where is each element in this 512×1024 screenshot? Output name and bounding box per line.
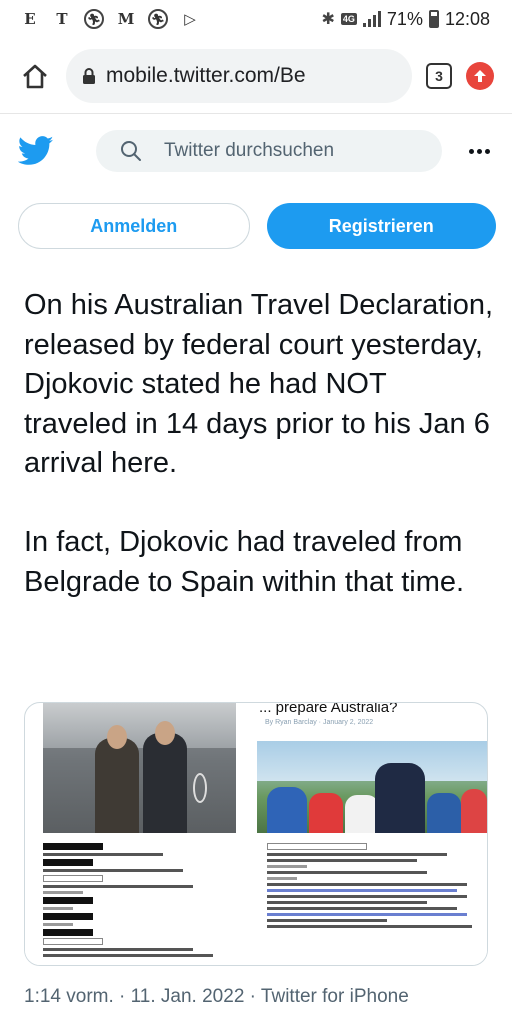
- signup-button[interactable]: Registrieren: [266, 203, 496, 249]
- article-byline: By Ryan Barclay · January 2, 2022: [265, 719, 374, 726]
- person-figure: [345, 795, 379, 833]
- auth-buttons: Anmelden Registrieren: [18, 203, 496, 249]
- person-figure: [143, 733, 187, 833]
- twitter-header: Twitter durchsuchen: [0, 120, 512, 182]
- home-icon: [23, 64, 47, 88]
- tweet-paragraph: In fact, Djokovic had traveled from Belg…: [24, 526, 465, 598]
- tweet-paragraph: On his Australian Travel Declaration, re…: [24, 289, 494, 479]
- article-title: ... prepare Australia?: [259, 702, 398, 716]
- dot-icon: [476, 148, 482, 154]
- person-figure: [461, 789, 487, 833]
- app-e-icon: E: [24, 10, 36, 28]
- clock: 12:08: [444, 8, 490, 29]
- tab-switcher-button[interactable]: 3: [426, 62, 452, 89]
- person-head: [155, 721, 175, 745]
- update-button[interactable]: [466, 61, 494, 90]
- dot-icon: [484, 148, 490, 154]
- signal-icon: [362, 11, 381, 27]
- document-scan-right: [257, 833, 487, 965]
- url-text[interactable]: mobile.twitter.com/Be: [106, 64, 306, 88]
- more-options-button[interactable]: [464, 148, 494, 154]
- tweet-media[interactable]: ... prepare Australia? By Ryan Barclay ·…: [24, 702, 488, 966]
- newspaper-t-icon: T: [56, 10, 68, 28]
- racket-icon: [193, 773, 207, 803]
- gmail-icon: M: [117, 10, 135, 28]
- lock-icon: [83, 67, 95, 84]
- search-placeholder: Twitter durchsuchen: [164, 140, 335, 161]
- login-button[interactable]: Anmelden: [18, 203, 250, 249]
- person-head: [107, 725, 127, 749]
- search-input[interactable]: Twitter durchsuchen: [96, 130, 442, 172]
- runner-icon-2: 🏃︎: [148, 9, 168, 29]
- person-figure: [309, 793, 343, 833]
- tweet-timestamp[interactable]: 1:14 vorm. · 11. Jan. 2022 · Twitter for…: [24, 986, 409, 1008]
- person-figure: [427, 793, 461, 833]
- person-figure: [375, 763, 425, 833]
- tweet-body: On his Australian Travel Declaration, re…: [24, 286, 494, 602]
- arrow-up-icon: [474, 69, 486, 82]
- status-bar: E T 🏃︎ M 🏃︎ ▷ ✱ 4G 71% 12:08: [0, 0, 512, 38]
- network-type-badge: 4G: [340, 13, 357, 25]
- photo-group-kids[interactable]: [257, 741, 487, 833]
- status-bar-notifications: E T 🏃︎ M 🏃︎ ▷: [20, 9, 200, 29]
- person-figure: [267, 787, 307, 833]
- search-icon: [121, 141, 141, 161]
- browser-toolbar: mobile.twitter.com/Be 3: [0, 38, 512, 114]
- status-bar-system: ✱ 4G 71% 12:08: [322, 9, 491, 30]
- person-figure: [95, 738, 139, 833]
- photo-two-men[interactable]: [43, 703, 236, 833]
- document-scan-left: [25, 833, 257, 965]
- bluetooth-icon: ✱: [321, 11, 335, 28]
- play-store-icon: ▷: [184, 10, 196, 28]
- home-button[interactable]: [18, 59, 52, 93]
- url-bar[interactable]: mobile.twitter.com/Be: [66, 48, 412, 103]
- runner-icon: 🏃︎: [84, 9, 104, 29]
- battery-percent: 71%: [386, 8, 423, 29]
- dot-icon: [468, 148, 474, 154]
- twitter-bird-icon[interactable]: [18, 136, 54, 166]
- battery-icon: [428, 10, 439, 28]
